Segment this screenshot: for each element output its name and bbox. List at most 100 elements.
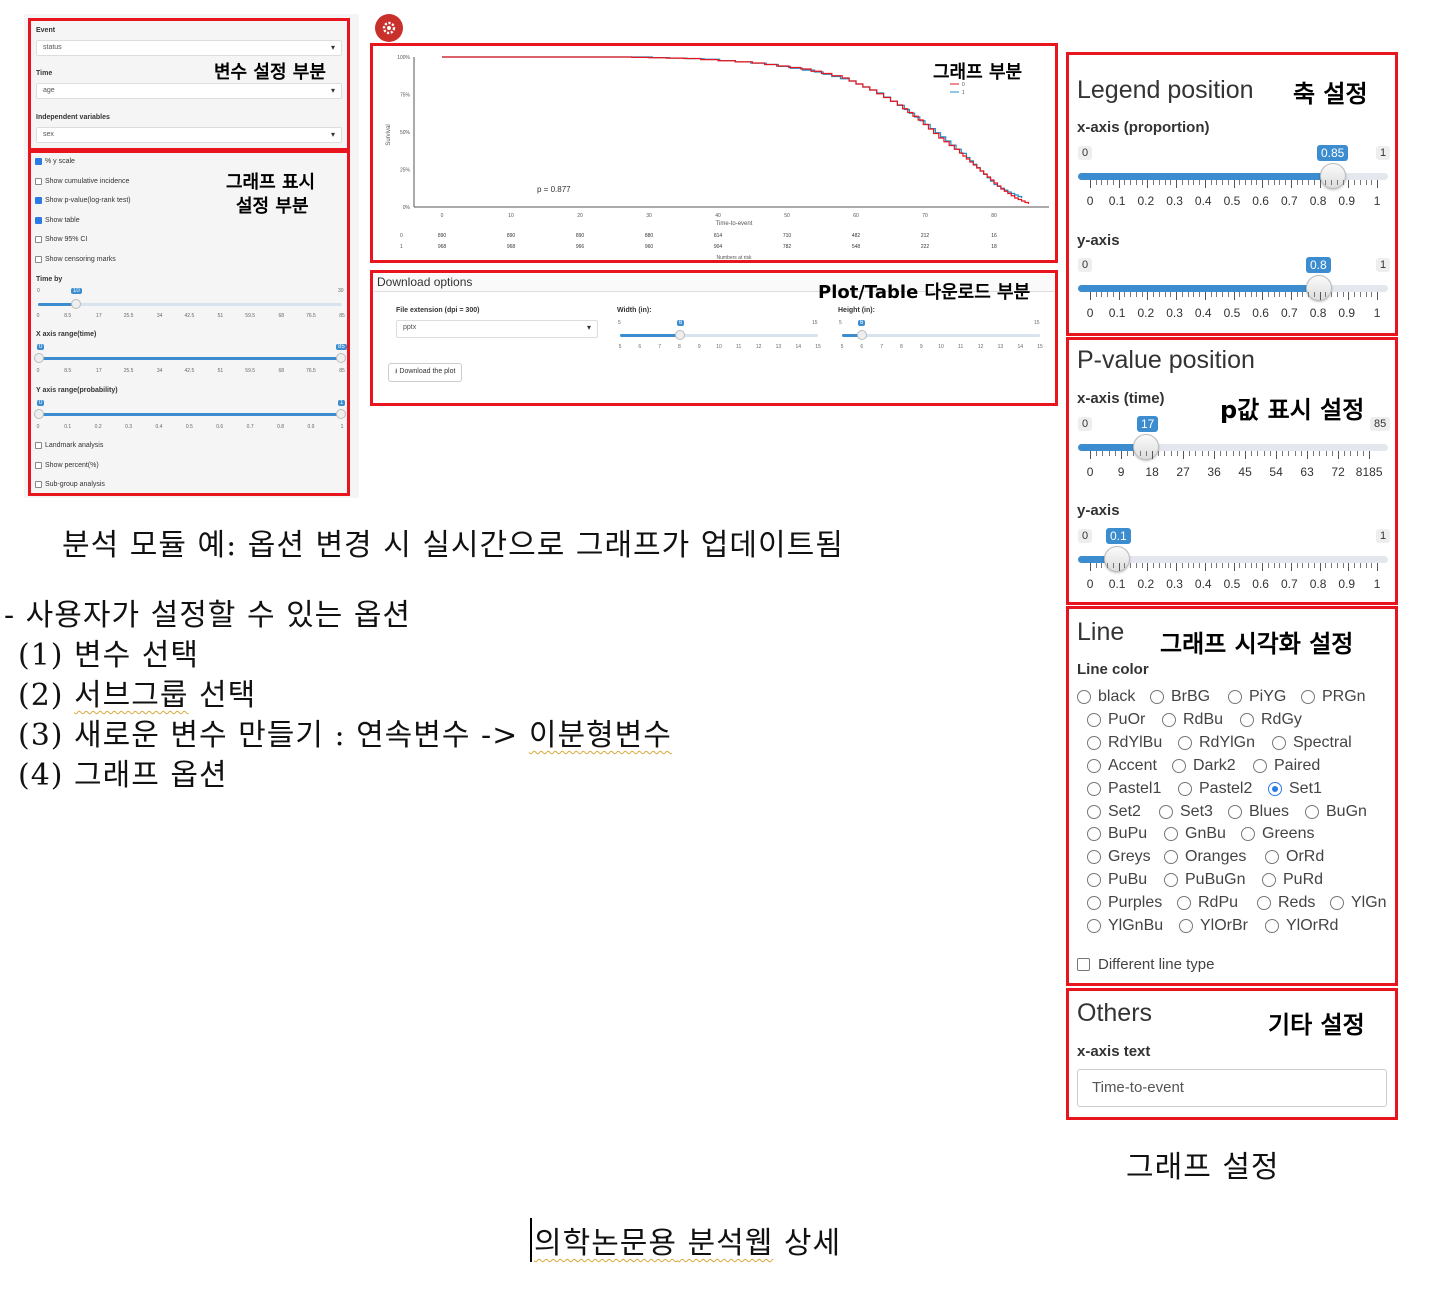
- display-check[interactable]: Show cumulative incidence: [35, 177, 129, 185]
- display-check[interactable]: Show table: [35, 216, 80, 224]
- radio-circle[interactable]: [1087, 758, 1101, 773]
- line-color-option[interactable]: YlGnBu: [1087, 917, 1163, 935]
- line-color-option[interactable]: BuGn: [1305, 803, 1367, 821]
- checkbox-box[interactable]: [35, 158, 42, 165]
- yrange-handle-min[interactable]: [34, 409, 44, 419]
- line-color-option[interactable]: PuRd: [1262, 871, 1323, 889]
- radio-circle[interactable]: [1172, 758, 1186, 773]
- line-color-option[interactable]: Set3: [1159, 803, 1213, 821]
- radio-circle[interactable]: [1301, 690, 1315, 704]
- line-color-option[interactable]: RdPu: [1177, 894, 1238, 912]
- checkbox-box[interactable]: [35, 481, 42, 488]
- checkbox-box[interactable]: [35, 177, 42, 185]
- event-select[interactable]: status: [36, 40, 342, 56]
- timeby-track[interactable]: [38, 303, 342, 306]
- line-color-option[interactable]: Dark2: [1172, 757, 1236, 775]
- radio-circle[interactable]: [1265, 850, 1279, 865]
- checkbox-box[interactable]: [35, 236, 42, 244]
- radio-circle[interactable]: [1164, 873, 1178, 888]
- line-color-option[interactable]: RdGy: [1240, 711, 1302, 729]
- checkbox-box[interactable]: [35, 442, 42, 449]
- analysis-check[interactable]: Landmark analysis: [35, 442, 103, 449]
- line-color-option[interactable]: Spectral: [1272, 734, 1352, 752]
- yrange-fill[interactable]: [38, 413, 342, 416]
- radio-circle[interactable]: [1253, 758, 1267, 773]
- radio-circle[interactable]: [1262, 873, 1276, 888]
- line-color-option[interactable]: Accent: [1087, 757, 1157, 775]
- line-color-option[interactable]: Set1: [1268, 780, 1322, 798]
- line-color-option[interactable]: Blues: [1228, 803, 1289, 821]
- xtext-input[interactable]: Time-to-event: [1077, 1069, 1387, 1107]
- line-color-option[interactable]: RdYlBu: [1087, 734, 1162, 752]
- line-color-option[interactable]: PuOr: [1087, 711, 1145, 729]
- radio-circle[interactable]: [1257, 896, 1271, 911]
- line-color-option[interactable]: Set2: [1087, 803, 1141, 821]
- radio-circle[interactable]: [1305, 804, 1319, 819]
- line-color-option[interactable]: PuBuGn: [1164, 871, 1245, 889]
- radio-circle[interactable]: [1087, 873, 1101, 888]
- radio-circle[interactable]: [1228, 804, 1242, 819]
- time-select[interactable]: age: [36, 83, 342, 99]
- radio-circle[interactable]: [1150, 690, 1164, 704]
- pvalue-x-handle[interactable]: [1133, 434, 1159, 460]
- radio-circle[interactable]: [1087, 827, 1101, 842]
- radio-circle[interactable]: [1087, 919, 1101, 933]
- radio-circle[interactable]: [1087, 712, 1101, 727]
- radio-circle[interactable]: [1164, 827, 1178, 842]
- height-handle[interactable]: [857, 330, 867, 340]
- xrange-handle-min[interactable]: [34, 353, 44, 363]
- radio-circle[interactable]: [1177, 896, 1191, 911]
- display-check[interactable]: % y scale: [35, 158, 75, 165]
- radio-circle[interactable]: [1228, 690, 1242, 704]
- radio-circle[interactable]: [1178, 735, 1192, 750]
- radio-circle[interactable]: [1087, 896, 1101, 911]
- radio-circle[interactable]: [1265, 919, 1279, 933]
- pvalue-y-handle[interactable]: [1104, 546, 1130, 572]
- line-color-option[interactable]: Pastel1: [1087, 780, 1161, 798]
- line-color-option[interactable]: YlGn: [1330, 894, 1387, 912]
- indep-select[interactable]: sex: [36, 127, 342, 143]
- width-handle[interactable]: [675, 330, 685, 340]
- line-color-option[interactable]: PiYG: [1228, 688, 1286, 706]
- line-color-option[interactable]: PRGn: [1301, 688, 1366, 706]
- radio-circle[interactable]: [1240, 712, 1254, 727]
- line-color-option[interactable]: RdYlGn: [1178, 734, 1255, 752]
- line-color-option[interactable]: BrBG: [1150, 688, 1210, 706]
- radio-circle[interactable]: [1162, 712, 1176, 727]
- radio-circle[interactable]: [1159, 804, 1173, 819]
- display-check[interactable]: Show p-value(log-rank test): [35, 197, 131, 205]
- checkbox-box[interactable]: [35, 216, 42, 224]
- analysis-check[interactable]: Sub-group analysis: [35, 481, 105, 488]
- line-color-option[interactable]: Pastel2: [1178, 780, 1252, 798]
- line-color-option[interactable]: YlOrRd: [1265, 917, 1338, 935]
- xrange-fill[interactable]: [38, 357, 342, 360]
- line-type-checkbox[interactable]: Different line type: [1077, 956, 1214, 973]
- line-type-box[interactable]: [1077, 958, 1090, 971]
- radio-circle[interactable]: [1272, 735, 1286, 750]
- radio-circle[interactable]: [1087, 850, 1101, 865]
- ext-select[interactable]: pptx: [396, 320, 598, 338]
- download-button[interactable]: ⭳ Download the plot: [388, 363, 463, 382]
- line-color-option[interactable]: Greens: [1241, 825, 1314, 843]
- radio-circle[interactable]: [1077, 690, 1091, 704]
- line-color-option[interactable]: YlOrBr: [1179, 917, 1248, 935]
- line-color-option[interactable]: Greys: [1087, 848, 1151, 866]
- line-color-option[interactable]: PuBu: [1087, 871, 1147, 889]
- line-color-option[interactable]: OrRd: [1265, 848, 1324, 866]
- checkbox-box[interactable]: [35, 197, 42, 205]
- radio-circle[interactable]: [1087, 735, 1101, 750]
- height-track[interactable]: [842, 334, 1040, 337]
- radio-circle[interactable]: [1164, 850, 1178, 865]
- radio-circle[interactable]: [1087, 804, 1101, 819]
- gear-icon[interactable]: [375, 14, 403, 42]
- radio-circle[interactable]: [1241, 827, 1255, 842]
- display-check[interactable]: Show censoring marks: [35, 256, 116, 263]
- line-color-option[interactable]: GnBu: [1164, 825, 1226, 843]
- line-color-option[interactable]: black: [1077, 688, 1135, 706]
- radio-circle[interactable]: [1087, 781, 1101, 796]
- line-color-option[interactable]: Oranges: [1164, 848, 1246, 866]
- radio-circle[interactable]: [1179, 919, 1193, 933]
- line-color-option[interactable]: RdBu: [1162, 711, 1223, 729]
- radio-circle[interactable]: [1268, 781, 1282, 796]
- radio-circle[interactable]: [1330, 896, 1344, 911]
